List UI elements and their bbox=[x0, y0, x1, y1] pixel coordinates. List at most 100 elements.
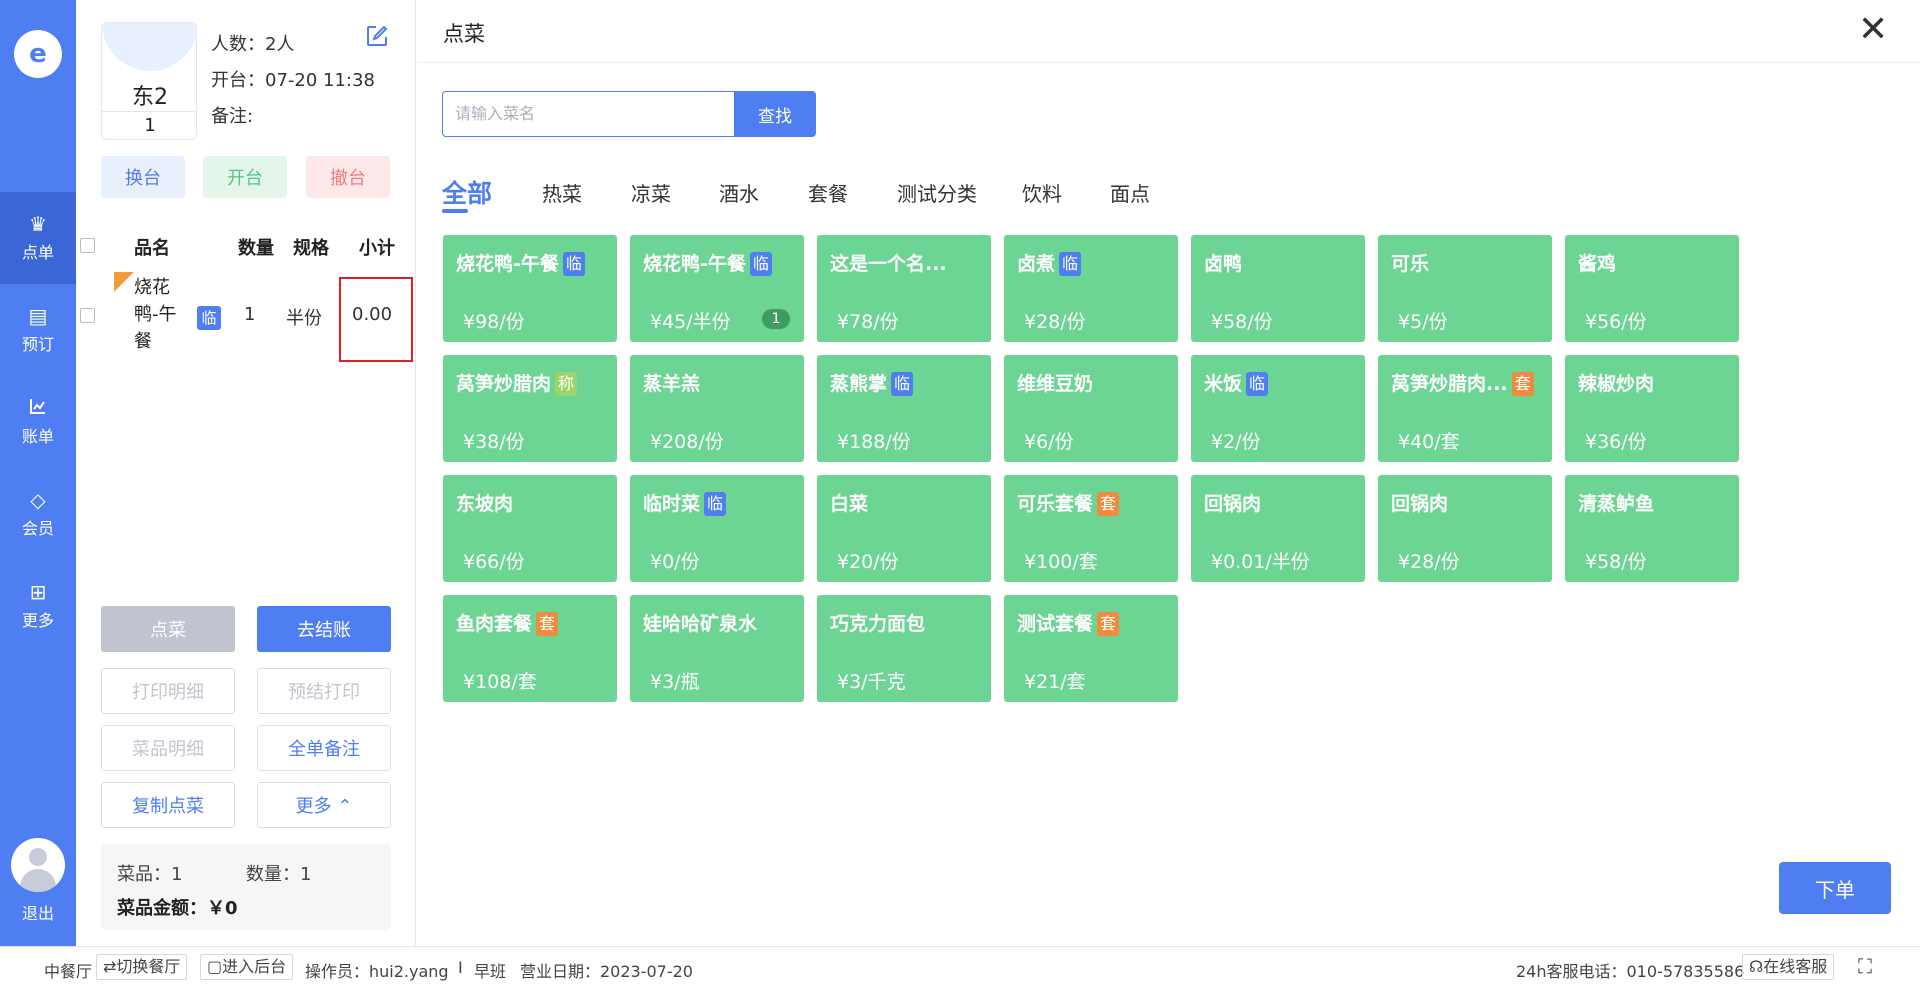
more-button[interactable]: 更多 ⌃ bbox=[257, 782, 391, 828]
dish-card[interactable]: 可乐套餐套 ¥100/套 bbox=[1004, 475, 1178, 582]
checkout-button[interactable]: 去结账 bbox=[257, 606, 391, 652]
tab-category[interactable]: 全部 bbox=[442, 174, 492, 210]
order-panel: 东2 1 人数：2人 开台：07-20 11:38 备注: 换台 开台 撤台 品… bbox=[76, 0, 416, 946]
dish-name: 可乐套餐套 bbox=[1017, 489, 1120, 516]
tab-category[interactable]: 测试分类 bbox=[897, 178, 977, 207]
online-support-button[interactable]: ☊在线客服 bbox=[1742, 954, 1835, 980]
swap-table-button[interactable]: 换台 bbox=[101, 156, 185, 198]
dish-card[interactable]: 回锅肉 ¥28/份 bbox=[1378, 475, 1552, 582]
dish-card[interactable]: 烧花鸭-午餐临 ¥98/份 bbox=[443, 235, 617, 342]
logout-button[interactable]: 退出 bbox=[0, 900, 76, 924]
tab-category[interactable]: 面点 bbox=[1110, 178, 1150, 207]
edit-icon[interactable] bbox=[365, 24, 391, 50]
dish-card[interactable]: 蒸羊羔 ¥208/份 bbox=[630, 355, 804, 462]
dish-name-text: 卤煮 bbox=[1017, 253, 1056, 275]
dish-card[interactable]: 临时菜临 ¥0/份 bbox=[630, 475, 804, 582]
nav-item-member[interactable]: ◇ 会员 bbox=[0, 468, 76, 560]
dish-price: ¥208/份 bbox=[650, 431, 724, 453]
order-button[interactable]: 点菜 bbox=[101, 606, 235, 652]
tab-category[interactable]: 饮料 bbox=[1022, 178, 1062, 207]
fullscreen-icon[interactable]: ⛶ bbox=[1858, 954, 1872, 978]
search-input[interactable]: 请输入菜名 bbox=[442, 91, 738, 137]
dish-name-text: 酱鸡 bbox=[1578, 253, 1617, 275]
dish-name: 卤鸭 bbox=[1204, 249, 1242, 276]
enter-backend-button[interactable]: ▢进入后台 bbox=[200, 954, 294, 980]
dish-name-text: 白菜 bbox=[830, 493, 869, 515]
dish-price: ¥20/份 bbox=[837, 551, 899, 573]
dish-card[interactable]: 莴笋炒腊肉称 ¥38/份 bbox=[443, 355, 617, 462]
new-item-corner-mark bbox=[114, 272, 134, 292]
tab-category[interactable]: 热菜 bbox=[542, 178, 582, 207]
table-card: 东2 1 bbox=[101, 22, 197, 140]
dish-name-text: 回锅肉 bbox=[1391, 493, 1449, 515]
dish-name-text: 东坡肉 bbox=[456, 493, 514, 515]
dish-card[interactable]: 清蒸鲈鱼 ¥58/份 bbox=[1565, 475, 1739, 582]
dish-card[interactable]: 测试套餐套 ¥21/套 bbox=[1004, 595, 1178, 702]
dish-card[interactable]: 可乐 ¥5/份 bbox=[1378, 235, 1552, 342]
dish-name: 回锅肉 bbox=[1391, 489, 1448, 516]
avatar[interactable] bbox=[11, 838, 65, 892]
search-button[interactable]: 查找 bbox=[734, 91, 816, 137]
tab-category[interactable]: 套餐 bbox=[808, 178, 848, 207]
dish-name: 清蒸鲈鱼 bbox=[1578, 489, 1654, 516]
dish-card[interactable]: 娃哈哈矿泉水 ¥3/瓶 bbox=[630, 595, 804, 702]
nav-item-booking[interactable]: ▤ 预订 bbox=[0, 284, 76, 376]
summary-dishes: 菜品：1 bbox=[117, 864, 183, 885]
dish-card[interactable]: 卤鸭 ¥58/份 bbox=[1191, 235, 1365, 342]
switch-restaurant-button[interactable]: ⇄切换餐厅 bbox=[96, 954, 188, 980]
dish-name-text: 莴笋炒腊肉... bbox=[1391, 373, 1508, 395]
dish-card[interactable]: 蒸熊掌临 ¥188/份 bbox=[817, 355, 991, 462]
dish-name-text: 辣椒炒肉 bbox=[1578, 373, 1655, 395]
dish-name-text: 可乐套餐 bbox=[1017, 493, 1094, 515]
dish-card[interactable]: 维维豆奶 ¥6/份 bbox=[1004, 355, 1178, 462]
copy-order-button[interactable]: 复制点菜 bbox=[101, 782, 235, 828]
print-detail-button[interactable]: 打印明细 bbox=[101, 668, 235, 714]
close-icon[interactable]: ✕ bbox=[1858, 10, 1888, 50]
dish-price: ¥40/套 bbox=[1398, 431, 1460, 453]
dish-price: ¥36/份 bbox=[1585, 431, 1647, 453]
select-all-checkbox[interactable] bbox=[80, 238, 95, 253]
pre-checkout-print-button[interactable]: 预结打印 bbox=[257, 668, 391, 714]
open-table-button[interactable]: 开台 bbox=[203, 156, 287, 198]
dish-name-text: 维维豆奶 bbox=[1017, 373, 1094, 395]
nav-item-order[interactable]: ♛ 点单 bbox=[0, 192, 76, 284]
dish-card[interactable]: 酱鸡 ¥56/份 bbox=[1565, 235, 1739, 342]
dish-card[interactable]: 烧花鸭-午餐临 ¥45/半份 1 bbox=[630, 235, 804, 342]
dish-card[interactable]: 鱼肉套餐套 ¥108/套 bbox=[443, 595, 617, 702]
dish-card[interactable]: 回锅肉 ¥0.01/半份 bbox=[1191, 475, 1365, 582]
dish-card[interactable]: 辣椒炒肉 ¥36/份 bbox=[1565, 355, 1739, 462]
dish-price: ¥66/份 bbox=[463, 551, 525, 573]
dish-badge: 临 bbox=[749, 252, 772, 276]
table-name: 东2 bbox=[132, 85, 168, 110]
row-qty: 1 bbox=[244, 304, 256, 325]
dish-card[interactable]: 白菜 ¥20/份 bbox=[817, 475, 991, 582]
submit-order-button[interactable]: 下单 bbox=[1779, 862, 1891, 914]
order-note-button[interactable]: 全单备注 bbox=[257, 725, 391, 771]
tab-category[interactable]: 酒水 bbox=[719, 178, 759, 207]
row-checkbox[interactable] bbox=[80, 308, 95, 323]
dish-card[interactable]: 这是一个名... ¥78/份 bbox=[817, 235, 991, 342]
dish-price: ¥5/份 bbox=[1398, 311, 1448, 333]
dish-card[interactable]: 米饭临 ¥2/份 bbox=[1191, 355, 1365, 462]
dish-price: ¥58/份 bbox=[1211, 311, 1273, 333]
dish-price: ¥100/套 bbox=[1024, 551, 1098, 573]
cancel-table-button[interactable]: 撤台 bbox=[306, 156, 390, 198]
column-qty: 数量 bbox=[238, 238, 274, 259]
tab-category[interactable]: 凉菜 bbox=[631, 178, 671, 207]
nav-item-more[interactable]: ⊞ 更多 bbox=[0, 560, 76, 652]
dish-card[interactable]: 巧克力面包 ¥3/千克 bbox=[817, 595, 991, 702]
dish-badge: 临 bbox=[1246, 372, 1269, 396]
dish-card[interactable]: 东坡肉 ¥66/份 bbox=[443, 475, 617, 582]
dish-price: ¥6/份 bbox=[1024, 431, 1074, 453]
dish-name: 辣椒炒肉 bbox=[1578, 369, 1654, 396]
dish-badge: 称 bbox=[555, 372, 578, 396]
dish-card[interactable]: 莴笋炒腊肉... 套 ¥40/套 bbox=[1378, 355, 1552, 462]
column-spec: 规格 bbox=[293, 238, 329, 259]
dish-name: 酱鸡 bbox=[1578, 249, 1616, 276]
dish-detail-button[interactable]: 菜品明细 bbox=[101, 725, 235, 771]
nav-item-bills[interactable]: 账单 bbox=[0, 376, 76, 468]
more-grid-icon: ⊞ bbox=[29, 580, 47, 604]
dish-card[interactable]: 卤煮临 ¥28/份 bbox=[1004, 235, 1178, 342]
order-table-header: 品名 数量 规格 小计 bbox=[76, 222, 416, 268]
brand-logo: e bbox=[14, 30, 62, 78]
